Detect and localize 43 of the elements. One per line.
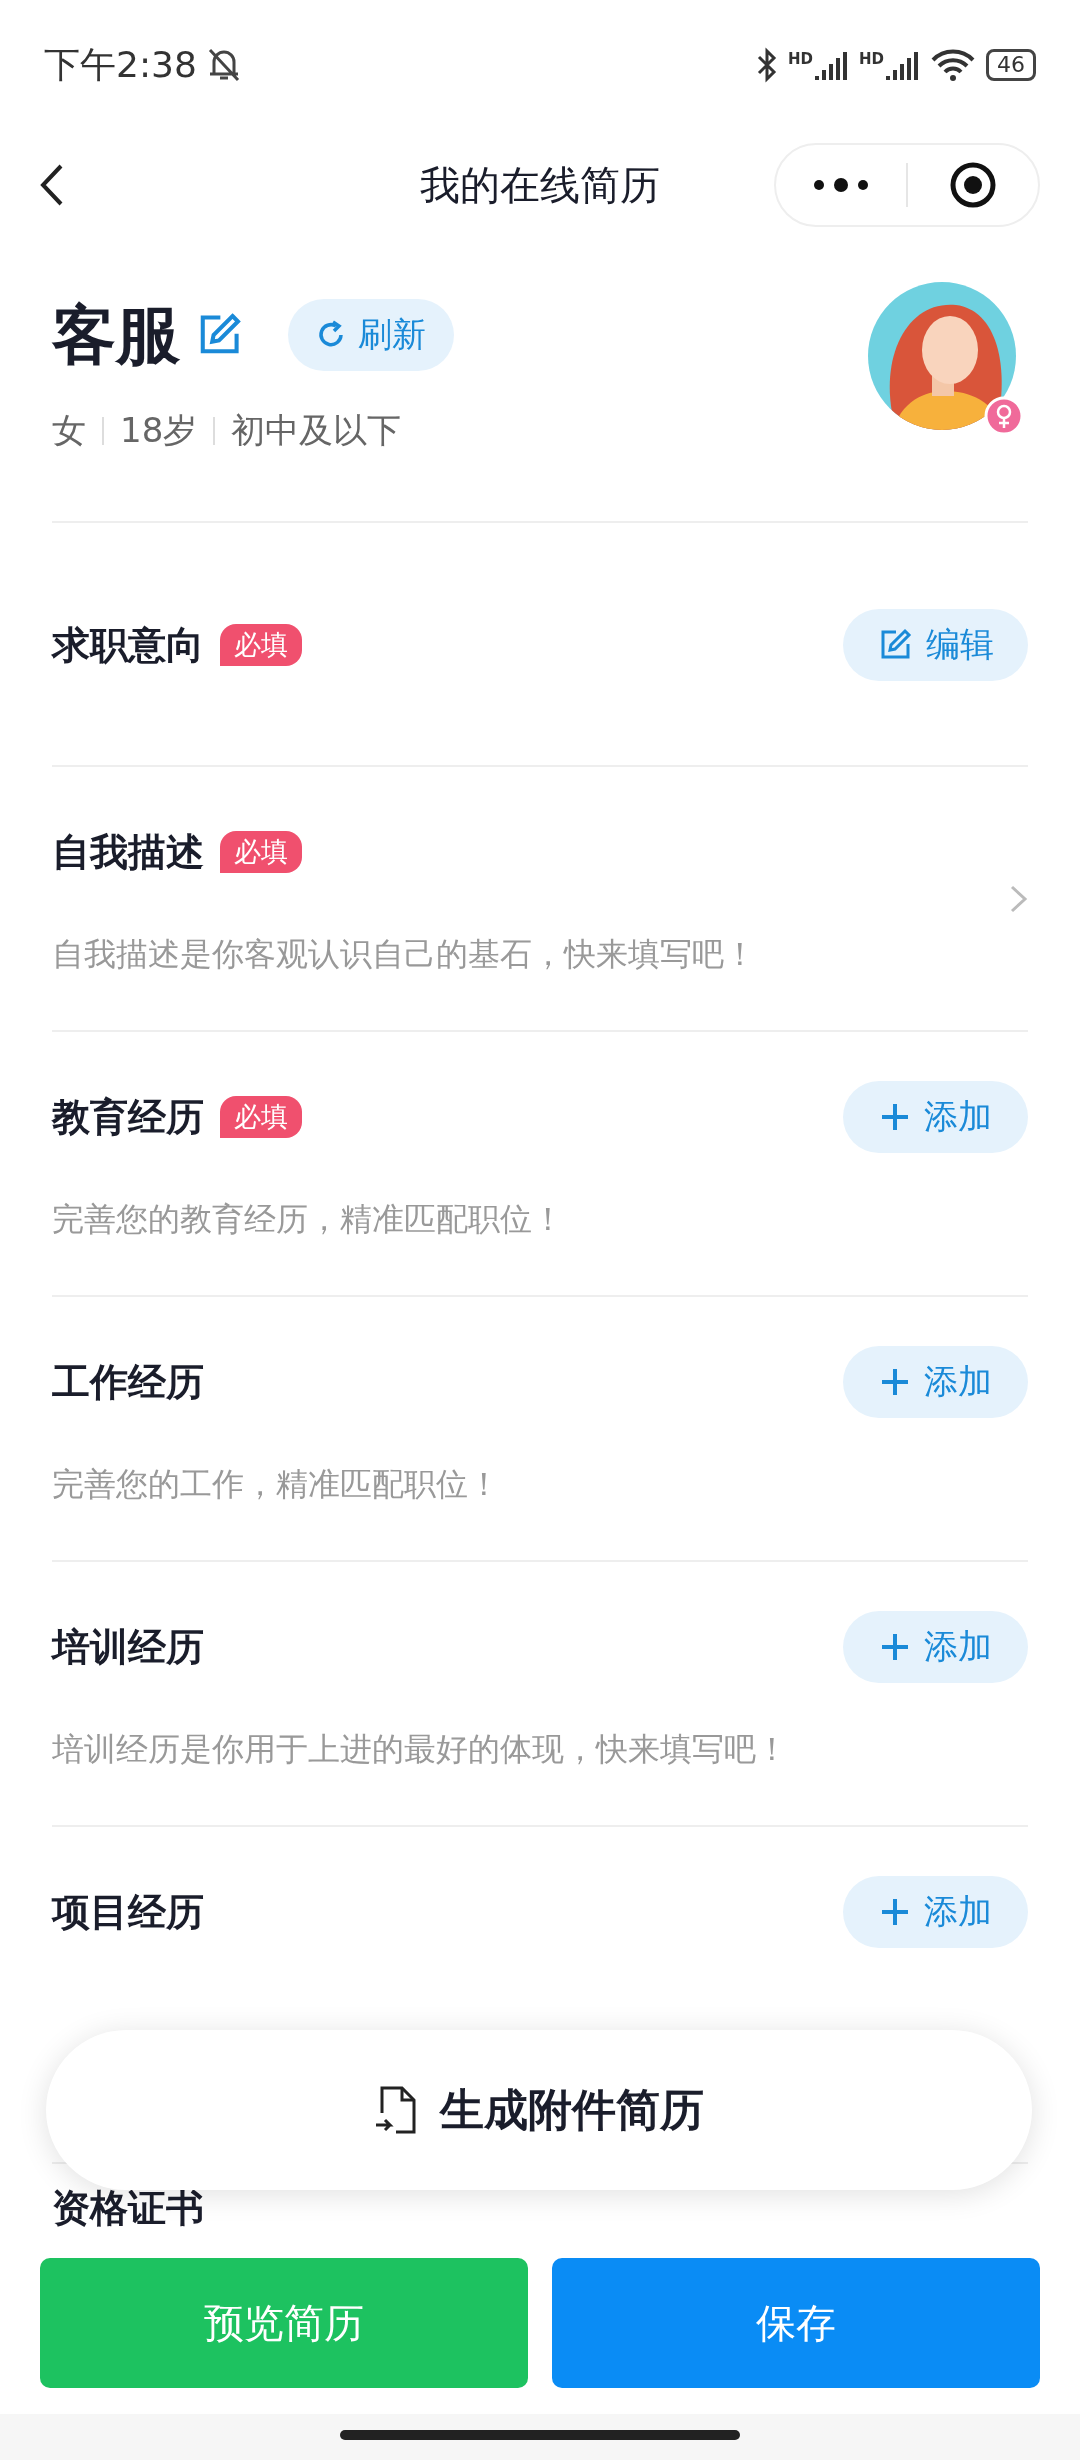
add-button[interactable]: 添加 bbox=[843, 1346, 1028, 1418]
required-tag: 必填 bbox=[220, 831, 302, 873]
section-title: 培训经历 bbox=[52, 1623, 204, 1671]
add-button[interactable]: 添加 bbox=[843, 1611, 1028, 1683]
plus-icon bbox=[879, 1632, 910, 1662]
required-tag: 必填 bbox=[220, 624, 302, 666]
section-title: 教育经历 bbox=[52, 1093, 204, 1141]
section-title: 求职意向 bbox=[52, 621, 204, 669]
plus-icon bbox=[879, 1102, 910, 1132]
refresh-button[interactable]: 刷新 bbox=[288, 299, 454, 371]
required-tag: 必填 bbox=[220, 1096, 302, 1138]
add-button[interactable]: 添加 bbox=[843, 1876, 1028, 1948]
female-icon bbox=[984, 396, 1024, 436]
bluetooth-icon bbox=[755, 47, 778, 83]
file-export-icon bbox=[374, 2085, 418, 2135]
generate-resume-button[interactable]: 生成附件简历 bbox=[46, 2030, 1032, 2190]
section-hint: 完善您的工作，精准匹配职位！ bbox=[52, 1464, 501, 1505]
profile-info: 女 bbox=[52, 409, 86, 452]
section-title: 工作经历 bbox=[52, 1358, 204, 1406]
more-icon[interactable] bbox=[811, 177, 871, 193]
network-label: HD bbox=[859, 50, 884, 68]
user-name: 客服 bbox=[52, 296, 180, 374]
save-button[interactable]: 保存 bbox=[552, 2258, 1040, 2388]
wifi-icon bbox=[930, 48, 976, 82]
profile-info: 18岁 bbox=[120, 409, 198, 452]
signal-icon bbox=[815, 50, 849, 80]
network-label: HD bbox=[787, 50, 813, 68]
section-title: 自我描述 bbox=[52, 828, 204, 876]
status-time: 下午2:38 bbox=[44, 42, 197, 87]
back-icon[interactable] bbox=[40, 163, 64, 207]
preview-button[interactable]: 预览简历 bbox=[40, 2258, 528, 2388]
signal-icon bbox=[886, 50, 920, 80]
page-title: 我的在线简历 bbox=[420, 161, 660, 208]
plus-icon bbox=[879, 1367, 910, 1397]
edit-button[interactable]: 编辑 bbox=[843, 609, 1028, 681]
section-hint: 完善您的教育经历，精准匹配职位！ bbox=[52, 1199, 565, 1240]
section-hint: 培训经历是你用于上进的最好的体现，快来填写吧！ bbox=[52, 1729, 789, 1770]
battery-level: 46 bbox=[986, 49, 1036, 81]
section-hint: 自我描述是你客观认识自己的基石，快来填写吧！ bbox=[52, 934, 757, 975]
section-title: 项目经历 bbox=[52, 1888, 204, 1936]
profile-info: 初中及以下 bbox=[231, 409, 402, 452]
add-button[interactable]: 添加 bbox=[843, 1081, 1028, 1153]
plus-icon bbox=[879, 1897, 910, 1927]
